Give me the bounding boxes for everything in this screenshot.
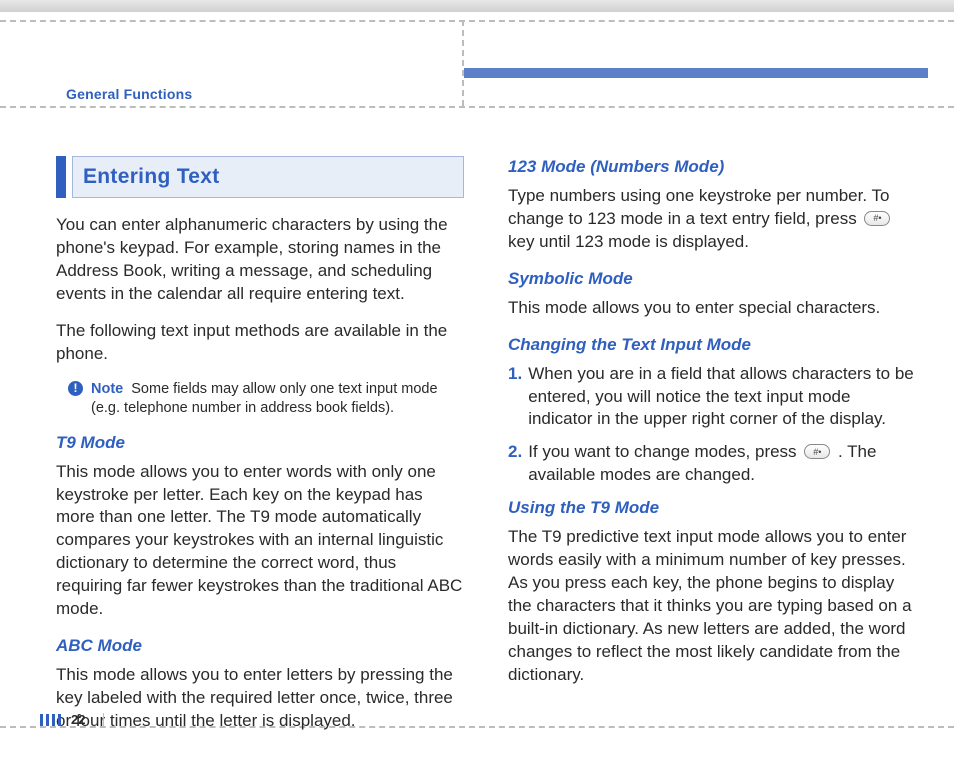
text-run: If you want to change modes, press [528, 442, 801, 461]
page-number: 22 [71, 712, 85, 727]
window-top-bar [0, 0, 954, 12]
page-ticks-icon [40, 714, 61, 726]
text-run: Type numbers using one keystroke per num… [508, 186, 889, 228]
subheading-symbolic: Symbolic Mode [508, 268, 916, 291]
note-block: ! Note Some fields may allow only one te… [68, 380, 464, 418]
heading-title: Entering Text [72, 156, 464, 198]
info-icon: ! [68, 381, 83, 396]
subheading-using-t9: Using the T9 Mode [508, 497, 916, 520]
header-accent-bar [464, 68, 928, 78]
note-text: Some fields may allow only one text inpu… [91, 381, 438, 416]
body-text: You can enter alphanumeric characters by… [56, 214, 464, 306]
guide-line [0, 20, 954, 22]
text-run: key until 123 mode is displayed. [508, 232, 749, 251]
column-right: 123 Mode (Numbers Mode) Type numbers usi… [508, 156, 916, 698]
section-label: General Functions [66, 86, 192, 102]
hash-key-icon: #• [864, 211, 890, 226]
note-label: Note [91, 381, 123, 397]
body-text: The following text input methods are ava… [56, 320, 464, 366]
body-text: The T9 predictive text input mode allows… [508, 526, 916, 687]
list-number: 1. [508, 363, 522, 432]
list-number: 2. [508, 441, 522, 487]
body-text: This mode allows you to enter words with… [56, 461, 464, 622]
page-content: Entering Text You can enter alphanumeric… [56, 156, 916, 698]
guide-line [0, 106, 954, 108]
subheading-t9: T9 Mode [56, 432, 464, 455]
list-item: 2. If you want to change modes, press #•… [508, 441, 916, 487]
subheading-abc: ABC Mode [56, 635, 464, 658]
column-left: Entering Text You can enter alphanumeric… [56, 156, 464, 698]
subheading-change-mode: Changing the Text Input Mode [508, 334, 916, 357]
note-content: Note Some fields may allow only one text… [91, 380, 464, 418]
guide-line [462, 20, 464, 106]
list-text: When you are in a field that allows char… [528, 363, 916, 432]
heading-accent [56, 156, 66, 198]
body-text: This mode allows you to enter special ch… [508, 297, 916, 320]
hash-key-icon: #• [804, 444, 830, 459]
page-number-strip: 22 [40, 712, 104, 727]
list-text: If you want to change modes, press #• . … [528, 441, 916, 487]
subheading-123: 123 Mode (Numbers Mode) [508, 156, 916, 179]
ordered-list: 1. When you are in a field that allows c… [508, 363, 916, 488]
list-item: 1. When you are in a field that allows c… [508, 363, 916, 432]
body-text: Type numbers using one keystroke per num… [508, 185, 916, 254]
separator [103, 713, 104, 727]
body-text: This mode allows you to enter letters by… [56, 664, 464, 733]
heading-box: Entering Text [56, 156, 464, 198]
